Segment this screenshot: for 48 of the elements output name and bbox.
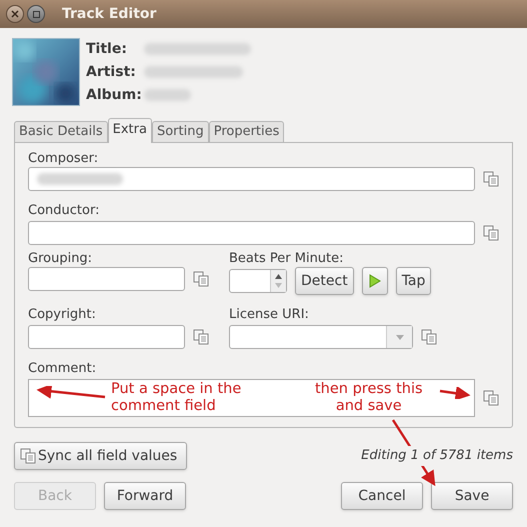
field-label: License URI: [229, 307, 309, 322]
combo-box[interactable] [229, 325, 413, 349]
forward-button[interactable]: Forward [104, 482, 186, 510]
comment-field[interactable]: Put a space in the comment field then press this and save [28, 379, 475, 417]
tab[interactable]: Properties [208, 121, 284, 143]
tab[interactable]: Sorting [152, 121, 209, 143]
text-field[interactable] [28, 325, 185, 349]
window-title: Track Editor [62, 4, 156, 24]
annotation-text: comment field [111, 398, 216, 415]
copy-icon[interactable] [20, 448, 36, 464]
field-label: Album: [86, 86, 143, 104]
text-field[interactable] [28, 221, 475, 245]
save-button[interactable]: Save [431, 482, 513, 510]
cancel-button[interactable]: Cancel [341, 482, 423, 510]
close-icon [11, 10, 19, 18]
play-button[interactable] [362, 267, 388, 295]
text-field[interactable] [28, 167, 475, 191]
field-label: Conductor: [28, 203, 100, 218]
detect-button[interactable]: Detect [295, 267, 354, 295]
copy-icon[interactable] [193, 329, 209, 345]
close-button[interactable] [6, 5, 24, 23]
maximize-button[interactable] [27, 5, 45, 23]
field-label: Grouping: [28, 251, 94, 267]
tap-button[interactable]: Tap [396, 267, 432, 295]
copy-icon[interactable] [193, 271, 209, 287]
copy-icon[interactable] [421, 329, 437, 345]
tab[interactable]: Extra [108, 118, 152, 143]
copy-icon[interactable] [483, 390, 499, 406]
play-icon [368, 274, 381, 288]
field-label: Title: [86, 40, 128, 58]
maximize-icon [32, 10, 40, 18]
copy-icon[interactable] [483, 225, 499, 241]
dropdown-arrow-icon [396, 334, 404, 340]
copy-icon[interactable] [483, 171, 499, 187]
sync-button[interactable]: Sync all field values [14, 442, 187, 470]
annotation-text: Put a space in the [111, 381, 242, 398]
annotation-arrow [438, 387, 472, 399]
field-label: Artist: [86, 62, 137, 82]
up-arrow-icon[interactable] [275, 274, 282, 279]
field-label: Comment: [28, 361, 96, 376]
field-label: Copyright: [28, 307, 96, 322]
field-label: Beats Per Minute: [229, 251, 345, 267]
field-label: Composer: [28, 151, 100, 167]
text-field[interactable] [28, 267, 185, 291]
tab[interactable]: Basic Details [14, 121, 108, 143]
status-text: Editing 1 of 5781 items [361, 446, 513, 466]
annotation-text: then press this [315, 381, 423, 398]
annotation-text: and save [336, 398, 402, 415]
